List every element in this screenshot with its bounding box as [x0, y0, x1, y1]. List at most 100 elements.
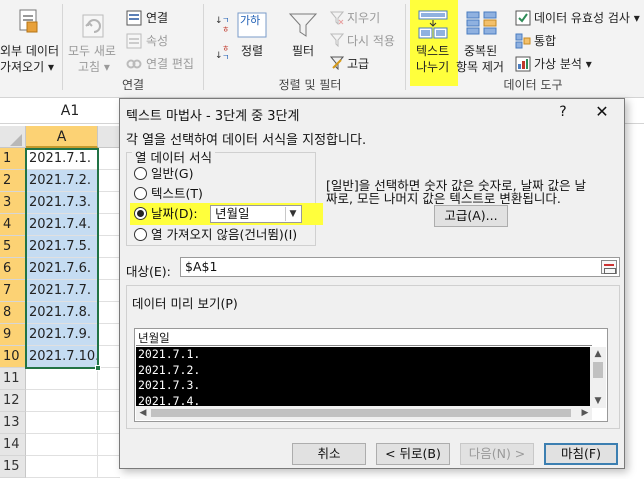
row-header[interactable]: 2 [0, 170, 26, 192]
get-external-data-label-1[interactable]: 외부 데이터 [0, 44, 59, 58]
row-header[interactable]: 15 [0, 456, 26, 478]
cell-a3[interactable]: 2021.7.3. [26, 192, 98, 214]
filter-button[interactable]: 필터 [292, 44, 314, 58]
range-picker-icon[interactable] [601, 260, 617, 274]
row-header[interactable]: 10 [0, 346, 26, 368]
refresh-all-icon[interactable] [80, 12, 108, 40]
radio-date[interactable]: 날짜(D): [134, 205, 198, 223]
back-button[interactable]: < 뒤로(B) [376, 443, 450, 465]
radio-text[interactable]: 텍스트(T) [134, 185, 203, 203]
cell-a11[interactable] [26, 368, 98, 390]
row-header[interactable]: 8 [0, 302, 26, 324]
clear-icon[interactable] [329, 11, 345, 26]
advanced-button[interactable]: 고급(A)... [434, 205, 508, 227]
radio-date-circle[interactable] [134, 207, 147, 220]
reapply-button[interactable]: 다시 적용 [347, 34, 395, 48]
row-header[interactable]: 14 [0, 434, 26, 456]
sort-az-icon[interactable]: ↓ ㄱㅎ [214, 14, 232, 34]
radio-general-circle[interactable] [134, 167, 147, 180]
row-header[interactable]: 11 [0, 368, 26, 390]
row-header[interactable]: 7 [0, 280, 26, 302]
cell-a2[interactable]: 2021.7.2. [26, 170, 98, 192]
row-header[interactable]: 12 [0, 390, 26, 412]
help-icon[interactable]: ? [552, 102, 574, 122]
scroll-right-icon[interactable]: ▶ [578, 406, 592, 420]
fill-handle[interactable] [95, 365, 101, 371]
name-box[interactable]: A1 [22, 101, 118, 121]
advanced-filter-icon[interactable] [329, 56, 345, 71]
cell-a6[interactable]: 2021.7.6. [26, 258, 98, 280]
radio-skip-circle[interactable] [134, 228, 147, 241]
reapply-icon[interactable] [329, 33, 345, 48]
chevron-down-icon[interactable]: ▼ [285, 207, 300, 221]
cell-a10[interactable]: 2021.7.10. [26, 346, 99, 368]
refresh-all-label-1[interactable]: 모두 새로 [68, 44, 116, 58]
data-validation-icon[interactable] [515, 10, 531, 26]
next-button[interactable]: 다음(N) > [460, 443, 534, 465]
cell-a15[interactable] [26, 456, 98, 478]
row-header[interactable]: 6 [0, 258, 26, 280]
cell-a14[interactable] [26, 434, 98, 456]
scroll-up-icon[interactable]: ▲ [590, 347, 606, 361]
remove-duplicates-label-2[interactable]: 항목 제거 [456, 60, 504, 74]
radio-skip[interactable]: 열 가져오지 않음(건너뜀)(I) [134, 226, 297, 244]
scroll-thumb[interactable] [593, 362, 603, 378]
column-header-a[interactable]: A [26, 126, 98, 148]
filter-icon[interactable] [288, 12, 318, 38]
close-icon[interactable]: ✕ [590, 101, 614, 123]
radio-text-circle[interactable] [134, 187, 147, 200]
clear-button[interactable]: 지우기 [347, 11, 380, 25]
preview-column-header[interactable]: 년월일 [136, 330, 592, 346]
cell-a12[interactable] [26, 390, 98, 412]
get-external-data-label-2[interactable]: 가져오기 ▾ [0, 60, 54, 74]
consolidate-icon[interactable] [515, 33, 531, 49]
properties-button[interactable]: 속성 [146, 34, 168, 48]
cell-a8[interactable]: 2021.7.8. [26, 302, 98, 324]
what-if-analysis-icon[interactable] [515, 56, 531, 72]
row-header[interactable]: 4 [0, 214, 26, 236]
radio-general[interactable]: 일반(G) [134, 165, 193, 183]
edit-links-button[interactable]: 연결 편집 [146, 57, 194, 71]
connections-button[interactable]: 연결 [146, 11, 168, 25]
scroll-thumb[interactable] [151, 409, 571, 417]
grid-column-b[interactable] [98, 148, 120, 479]
row-header[interactable]: 1 [0, 148, 26, 170]
what-if-analysis-button[interactable]: 가상 분석 ▾ [534, 57, 592, 71]
cell-a7[interactable]: 2021.7.7. [26, 280, 98, 302]
get-external-data-icon[interactable] [18, 8, 40, 34]
preview-vertical-scrollbar[interactable]: ▲ ▼ [590, 347, 606, 408]
refresh-all-label-2[interactable]: 고침 ▾ [78, 60, 110, 74]
cell-a1[interactable]: 2021.7.1. [26, 148, 98, 170]
row-header[interactable]: 5 [0, 236, 26, 258]
row-header[interactable]: 9 [0, 324, 26, 346]
data-preview[interactable]: 년월일 2021.7.1. 2021.7.2. 2021.7.3. 2021.7… [134, 328, 608, 422]
consolidate-button[interactable]: 통합 [534, 34, 556, 48]
data-validation-button[interactable]: 데이터 유효성 검사 ▾ [534, 11, 640, 25]
cell-a9[interactable]: 2021.7.9. [26, 324, 98, 346]
edit-links-icon[interactable] [126, 56, 142, 72]
scroll-left-icon[interactable]: ◀ [136, 406, 150, 420]
remove-duplicates-label-1[interactable]: 중복된 [464, 44, 497, 58]
finish-button[interactable]: 마침(F) [544, 443, 618, 465]
destination-input[interactable]: $A$1 [180, 257, 620, 277]
text-to-columns-label-1[interactable]: 텍스트 [416, 44, 449, 58]
advanced-filter-button[interactable]: 고급 [347, 57, 369, 71]
text-to-columns-icon[interactable] [418, 10, 448, 40]
row-header[interactable]: 3 [0, 192, 26, 214]
properties-icon[interactable] [126, 33, 142, 49]
row-header[interactable]: 13 [0, 412, 26, 434]
sort-button[interactable]: 정렬 [241, 44, 263, 58]
connections-icon[interactable] [126, 10, 142, 26]
column-header-b[interactable] [98, 126, 120, 148]
cell-a13[interactable] [26, 412, 98, 434]
cancel-button[interactable]: 취소 [292, 443, 366, 465]
text-to-columns-label-2[interactable]: 나누기 [416, 60, 449, 74]
date-format-select[interactable]: 년월일 ▼ [210, 205, 302, 223]
preview-horizontal-scrollbar[interactable]: ◀ ▶ [136, 406, 592, 420]
cell-a5[interactable]: 2021.7.5. [26, 236, 98, 258]
remove-duplicates-icon[interactable] [466, 10, 498, 40]
preview-column-data[interactable]: 2021.7.1. 2021.7.2. 2021.7.3. 2021.7.4. [136, 347, 592, 408]
sort-za-icon[interactable]: ㅎㄱ ↓ [214, 42, 232, 62]
cell-a4[interactable]: 2021.7.4. [26, 214, 98, 236]
scroll-down-icon[interactable]: ▼ [590, 394, 606, 408]
